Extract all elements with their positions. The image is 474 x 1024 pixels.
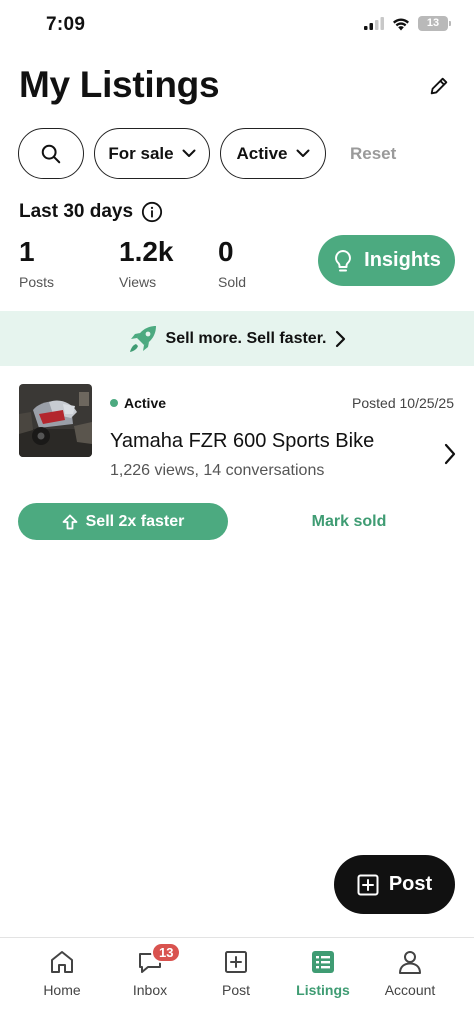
listing-meta: 1,226 views, 14 conversations [110, 462, 325, 479]
listing-status-badge: Active [110, 395, 166, 411]
listing-posted-date: Posted 10/25/25 [352, 395, 454, 411]
insights-button[interactable]: Insights [318, 235, 455, 286]
search-button[interactable] [18, 128, 84, 179]
stat-views-label: Views [119, 274, 157, 290]
status-icons: 13 [364, 16, 451, 31]
tab-post-label: Post [221, 982, 250, 998]
promo-text: Sell more. Sell faster. [165, 329, 327, 347]
stat-sold: 0 Sold [218, 236, 246, 290]
home-icon [51, 951, 73, 973]
chevron-down-icon [182, 149, 196, 157]
filter-bar: For sale Active Reset [18, 128, 396, 179]
info-icon[interactable] [141, 201, 163, 223]
tab-listings-label: Listings [296, 982, 350, 998]
person-icon [399, 951, 421, 974]
stat-posts-label: Posts [19, 274, 55, 290]
status-filter[interactable]: Active [220, 128, 326, 179]
search-icon [41, 144, 61, 163]
reset-button[interactable]: Reset [350, 144, 396, 164]
plus-square-icon [357, 874, 379, 895]
tab-home[interactable]: Home [22, 948, 102, 998]
stat-views-value: 1.2k [119, 236, 174, 267]
for-sale-filter[interactable]: For sale [94, 128, 210, 179]
tab-inbox-label: Inbox [132, 982, 168, 998]
tab-inbox[interactable]: 13 Inbox [110, 942, 190, 998]
listing-open-chevron[interactable] [444, 443, 456, 470]
insights-button-label: Insights [364, 249, 441, 271]
page-title: My Listings [19, 64, 220, 105]
tab-home-label: Home [43, 982, 81, 998]
active-dot-icon [110, 399, 118, 407]
arrow-up-outline-icon [62, 514, 78, 529]
lightbulb-icon [335, 249, 352, 271]
list-icon [312, 951, 334, 973]
chevron-right-icon [444, 443, 456, 465]
stat-sold-label: Sold [218, 274, 247, 290]
status-filter-label: Active [236, 143, 288, 163]
stats-period-label: Last 30 days [19, 201, 134, 222]
battery-icon: 13 [418, 16, 451, 31]
chevron-right-icon [336, 330, 346, 347]
pencil-icon [430, 77, 448, 95]
for-sale-filter-label: For sale [108, 143, 174, 163]
tab-account[interactable]: Account [370, 948, 450, 998]
stat-sold-value: 0 [218, 236, 234, 267]
bottom-tab-bar: Home 13 Inbox Post Listings Account [0, 937, 474, 1024]
promo-banner[interactable]: Sell more. Sell faster. [0, 311, 474, 366]
status-bar: 7:09 13 [0, 0, 474, 52]
stat-posts: 1 Posts [19, 236, 54, 290]
inbox-badge: 13 [151, 942, 182, 963]
sell-faster-label: Sell 2x faster [85, 512, 185, 530]
stat-views: 1.2k Views [119, 236, 174, 290]
chevron-down-icon [296, 149, 310, 157]
post-fab-button[interactable]: Post [334, 855, 455, 914]
stat-posts-value: 1 [19, 236, 35, 267]
listing-title[interactable]: Yamaha FZR 600 Sports Bike [110, 430, 374, 453]
tab-post[interactable]: Post [196, 948, 276, 998]
wifi-icon [393, 18, 409, 30]
edit-button[interactable] [424, 71, 454, 101]
tab-listings[interactable]: Listings [283, 948, 363, 998]
cellular-signal-icon [364, 17, 384, 30]
sell-faster-button[interactable]: Sell 2x faster [18, 503, 228, 540]
rocket-icon [129, 325, 156, 352]
listing-status-text: Active [124, 395, 167, 411]
post-fab-label: Post [388, 873, 433, 895]
stats-period: Last 30 days [19, 201, 163, 223]
listing-thumbnail[interactable] [19, 384, 92, 457]
tab-account-label: Account [384, 982, 436, 998]
plus-square-icon [225, 951, 247, 973]
mark-sold-button[interactable]: Mark sold [270, 503, 428, 540]
status-time: 7:09 [46, 14, 86, 35]
